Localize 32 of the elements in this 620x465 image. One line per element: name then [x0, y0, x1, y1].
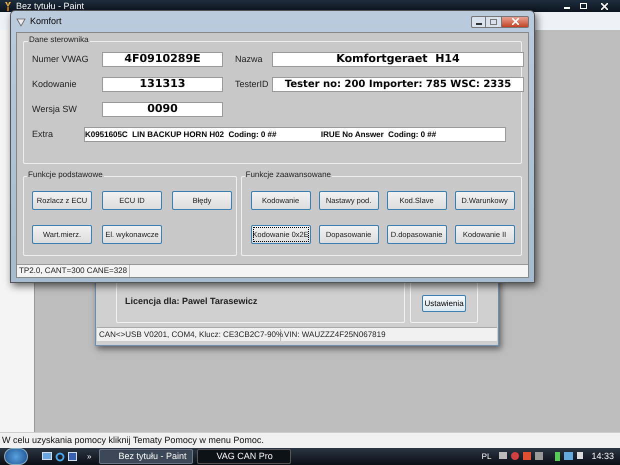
status-text: VIN: WAUZZZ4F25N067819 [283, 328, 386, 340]
taskbar-button[interactable]: Bez tytułu - Paint [99, 449, 194, 464]
field-label: Nazwa [235, 52, 264, 66]
value-field[interactable]: Tester no: 200 Importer: 785 WSC: 2335 [272, 77, 524, 92]
value-field[interactable]: 4F0910289E [102, 52, 223, 67]
field-label: Wersja SW [32, 102, 78, 116]
desktop-icon[interactable] [42, 452, 52, 460]
field-label: Numer VWAG [32, 52, 90, 66]
value-field[interactable]: K0951605C LIN BACKUP HORN H02 Coding: 0 ## IRUE No Answer Coding: 0 ## [84, 127, 506, 142]
language-indicator[interactable]: PL [482, 450, 492, 462]
clock[interactable]: 14:33 [591, 450, 614, 464]
settings-button[interactable]: Ustawienia [422, 295, 466, 312]
status-text: CAN<>USB V0201, COM4, Klucz: CE3CB2C7-90% [97, 328, 281, 340]
field-label: TesterID [235, 78, 270, 91]
status-text: TP2.0, CANT=300 CANE=328 [17, 265, 130, 277]
window-title: Bez tytułu - Paint [16, 2, 84, 10]
value-field[interactable]: 0090 [102, 102, 223, 117]
field-label: Extra [32, 128, 54, 141]
app-icon [16, 16, 26, 26]
start-button[interactable] [4, 448, 28, 465]
status-text: W celu uzyskania pomocy kliknij Tematy Pomocy w menu Pomoc. [2, 434, 264, 447]
value-field[interactable]: Komfortgeraet H14 [272, 52, 524, 67]
overflow-button[interactable]: » [87, 450, 92, 462]
minimize-icon[interactable] [471, 16, 486, 28]
group-title: Funkcje zaawansowane [244, 171, 332, 179]
window-title: Komfort [30, 14, 62, 28]
group-title: Dane sterownika [28, 36, 90, 44]
taskbar-button[interactable]: VAG CAN Pro [197, 449, 292, 464]
license-text: Licencja dla: Pawel Tarasewicz [125, 294, 258, 308]
value-field[interactable]: 131313 [102, 77, 223, 92]
group-title: Funkcje podstawowe [27, 171, 104, 179]
field-label: Kodowanie [32, 78, 78, 91]
